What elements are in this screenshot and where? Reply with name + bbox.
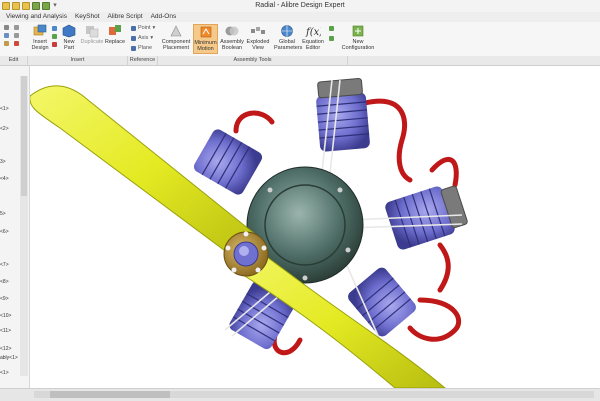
explorer-item[interactable]: 3>	[0, 159, 6, 165]
explorer-item[interactable]: <11>	[0, 328, 11, 334]
group-edit: Edit	[0, 56, 28, 65]
redo-tool[interactable]	[14, 33, 19, 38]
insert-design-icon	[33, 24, 47, 36]
menu-bar: Viewing and Analysis KeyShot Alibre Scri…	[0, 12, 600, 22]
axis-button[interactable]: Axis ▾	[131, 35, 155, 41]
config-mini-2[interactable]	[329, 36, 334, 41]
cylinder-top	[316, 77, 370, 152]
explorer-item[interactable]: 5>	[0, 211, 6, 217]
horizontal-scroll-thumb[interactable]	[50, 391, 170, 398]
window-title: Radial - Alibre Design Expert	[255, 2, 345, 9]
replace-icon	[109, 25, 121, 35]
menu-keyshot[interactable]: KeyShot	[75, 12, 100, 22]
insert-mini-1[interactable]	[52, 26, 57, 31]
explorer-item[interactable]: <8>	[0, 279, 9, 285]
edit-tools	[4, 25, 9, 46]
group-insert: Insert	[28, 56, 128, 65]
svg-text:f(x): f(x)	[305, 27, 321, 38]
explorer-item[interactable]: <2>	[0, 126, 9, 132]
config-mini-1[interactable]	[329, 26, 334, 31]
explorer-item[interactable]: <1>	[0, 370, 9, 376]
new-configuration-icon	[352, 25, 364, 37]
explorer-item[interactable]: <6>	[0, 229, 9, 235]
insert-mini-2[interactable]	[52, 34, 57, 39]
config-mini-tools	[329, 26, 334, 41]
propeller-hub	[223, 231, 269, 277]
insert-design-button[interactable]: Insert Design	[29, 24, 51, 54]
global-parameters-button[interactable]: Global Parameters	[274, 24, 302, 54]
copy-tool[interactable]	[4, 33, 9, 38]
duplicate-icon	[86, 26, 99, 38]
radial-engine-model[interactable]	[30, 66, 600, 388]
explorer-item[interactable]: <12>	[0, 346, 11, 352]
paste-tool[interactable]	[4, 41, 9, 46]
reference-tools: Point ▾ Axis ▾ Plane	[131, 25, 155, 51]
equation-editor-icon: f(x)	[305, 27, 321, 38]
explorer-item[interactable]: <7>	[0, 262, 9, 268]
minimum-motion-icon	[200, 26, 211, 38]
global-parameters-icon	[281, 25, 293, 37]
explorer-scroll-thumb[interactable]	[21, 76, 27, 196]
3d-viewport[interactable]	[30, 66, 600, 388]
cut-tool[interactable]	[4, 25, 9, 30]
explorer-item[interactable]: <4>	[0, 176, 9, 182]
component-placement-icon	[170, 25, 182, 37]
explorer-item[interactable]: <1>	[0, 106, 9, 112]
group-empty	[348, 56, 600, 65]
explorer-item[interactable]: <9>	[0, 296, 9, 302]
status-bar	[0, 388, 600, 401]
ribbon: Insert Design New Part Duplicate Replace…	[0, 22, 600, 66]
minimum-motion-button[interactable]: Minimum Motion	[193, 24, 218, 54]
explorer-item[interactable]: ably<1>	[0, 355, 18, 361]
component-placement-button[interactable]: Component Placement	[160, 24, 192, 54]
insert-mini-3[interactable]	[52, 42, 57, 47]
new-configuration-button[interactable]: New Configuration	[338, 24, 378, 54]
edit-tools-2	[14, 25, 19, 46]
group-assembly-tools: Assembly Tools	[158, 56, 348, 65]
new-part-button[interactable]: New Part	[60, 24, 78, 54]
assembly-boolean-icon	[225, 26, 239, 36]
menu-add-ons[interactable]: Add-Ons	[151, 12, 177, 22]
group-reference: Reference	[128, 56, 158, 65]
exploded-view-button[interactable]: Exploded View	[246, 24, 270, 54]
design-explorer[interactable]: <1> <2> 3> <4> 5> <6> <7> <8> <9> <10> <…	[0, 66, 30, 388]
delete-tool[interactable]	[14, 41, 19, 46]
point-button[interactable]: Point ▾	[131, 25, 155, 31]
new-part-icon	[62, 24, 76, 38]
equation-editor-button[interactable]: f(x) Equation Editor	[300, 24, 326, 54]
exploded-view-icon	[251, 27, 265, 34]
insert-mini-tools	[52, 26, 57, 47]
undo-tool[interactable]	[14, 25, 19, 30]
menu-alibre-script[interactable]: Alibre Script	[108, 12, 143, 22]
cylinder-upper-left	[193, 129, 263, 195]
plane-button[interactable]: Plane	[131, 45, 155, 51]
replace-button[interactable]: Replace	[104, 24, 126, 54]
explorer-item[interactable]: <10>	[0, 313, 11, 319]
duplicate-button[interactable]: Duplicate	[80, 24, 104, 54]
menu-viewing-analysis[interactable]: Viewing and Analysis	[6, 12, 67, 22]
assembly-boolean-button[interactable]: Assembly Boolean	[219, 24, 245, 54]
